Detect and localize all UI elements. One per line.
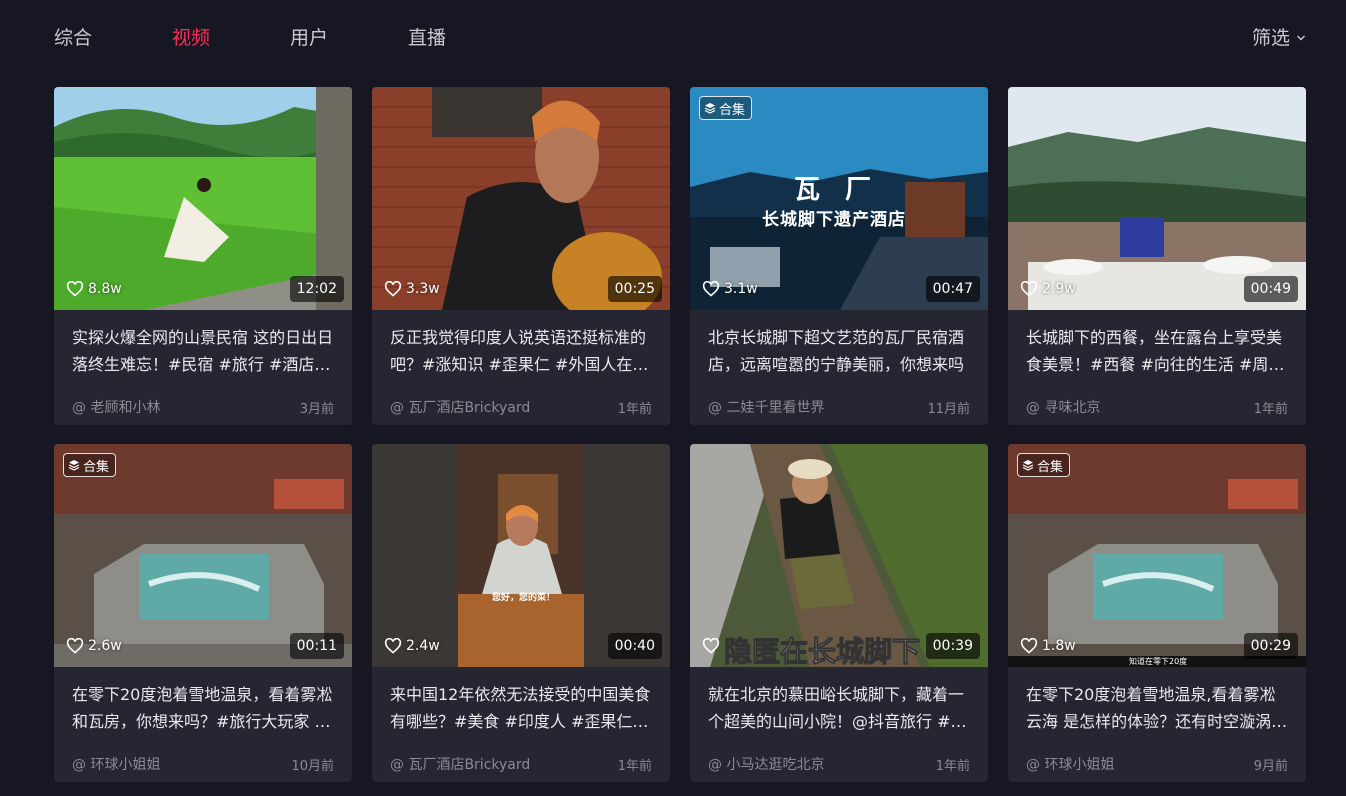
video-card[interactable]: 8.8w 12:02 实探火爆全网的山景民宿 这的日出日落终生难忘！#民宿 #旅… xyxy=(54,87,352,425)
heart-icon xyxy=(702,638,720,654)
video-title[interactable]: 反正我觉得印度人说英语还挺标准的吧？#涨知识 #歪果仁 #外国人在中国 xyxy=(390,324,652,378)
video-card[interactable]: 合集 2.6w 00:11 在零下20度泡着雪地温泉，看着雾凇和瓦房，你想来吗？… xyxy=(54,444,352,782)
tab-video[interactable]: 视频 xyxy=(172,24,210,52)
duration-badge: 00:49 xyxy=(1243,276,1298,302)
publish-date: 9月前 xyxy=(1253,758,1288,774)
duration-badge: 00:25 xyxy=(607,276,662,302)
video-thumbnail[interactable]: 2.9w 00:49 xyxy=(1008,87,1306,310)
author-name[interactable]: @ 二娃千里看世界 xyxy=(708,397,824,417)
like-count-text: 3.3w xyxy=(406,281,440,297)
duration-badge: 00:29 xyxy=(1243,633,1298,659)
heart-icon xyxy=(702,281,720,297)
publish-date: 1年前 xyxy=(617,401,652,417)
like-count: 2.4w xyxy=(384,638,440,654)
author-name[interactable]: @ 瓦厂酒店Brickyard xyxy=(390,397,530,417)
tab-comprehensive[interactable]: 综合 xyxy=(54,24,92,52)
collection-label: 合集 xyxy=(83,459,110,475)
author-name[interactable]: @ 老顾和小林 xyxy=(72,397,160,417)
like-count: 2.6w xyxy=(66,638,122,654)
heart-icon xyxy=(1020,281,1038,297)
video-card[interactable]: 瓦 厂 长城脚下遗产酒店 合集 3.1w 00:47 北京长城脚下超文艺范的瓦厂… xyxy=(690,87,988,425)
layers-icon xyxy=(1022,460,1034,471)
video-thumbnail[interactable]: 瓦 厂 长城脚下遗产酒店 合集 3.1w 00:47 xyxy=(690,87,988,310)
video-card[interactable]: 隐匿在长城脚下 00:39 就在北京的慕田峪长城脚下，藏着一个超美的山间小院！@… xyxy=(690,444,988,782)
video-title[interactable]: 就在北京的慕田峪长城脚下，藏着一个超美的山间小院！@抖音旅行 #民宿 xyxy=(708,681,970,735)
video-thumbnail[interactable]: 隐匿在长城脚下 00:39 xyxy=(690,444,988,667)
video-thumbnail[interactable]: 知道在零下20度 合集 1.8w 00:29 xyxy=(1008,444,1306,667)
like-count-text: 3.1w xyxy=(724,281,758,297)
chevron-down-icon xyxy=(1297,35,1305,41)
video-card[interactable]: 3.3w 00:25 反正我觉得印度人说英语还挺标准的吧？#涨知识 #歪果仁 #… xyxy=(372,87,670,425)
duration-badge: 12:02 xyxy=(289,276,344,302)
collection-badge: 合集 xyxy=(1017,453,1071,477)
like-count: 3.1w xyxy=(702,281,758,297)
video-thumbnail[interactable]: 8.8w 12:02 xyxy=(54,87,352,310)
tab-users[interactable]: 用户 xyxy=(290,24,328,52)
thumbnail-caption: 瓦 厂 xyxy=(794,175,880,205)
heart-icon xyxy=(66,281,84,297)
video-title[interactable]: 长城脚下的西餐，坐在露台上享受美食美景！#西餐 #向往的生活 #周末去哪儿 xyxy=(1026,324,1288,378)
like-count: 1.8w xyxy=(1020,638,1076,654)
heart-icon xyxy=(384,281,402,297)
author-name[interactable]: @ 寻味北京 xyxy=(1026,397,1100,417)
video-title[interactable]: 来中国12年依然无法接受的中国美食有哪些？#美食 #印度人 #歪果仁在中国 xyxy=(390,681,652,735)
video-card[interactable]: 2.9w 00:49 长城脚下的西餐，坐在露台上享受美食美景！#西餐 #向往的生… xyxy=(1008,87,1306,425)
video-card[interactable]: 知道在零下20度 合集 1.8w 00:29 在零下20度泡着雪地温泉,看着雾凇… xyxy=(1008,444,1306,782)
filter-label: 筛选 xyxy=(1251,27,1290,49)
author-name[interactable]: @ 环球小姐姐 xyxy=(72,754,160,774)
collection-label: 合集 xyxy=(719,102,746,118)
thumbnail-caption: 您好，您的菜！ xyxy=(492,593,556,603)
publish-date: 1年前 xyxy=(935,758,970,774)
collection-label: 合集 xyxy=(1037,459,1064,475)
video-title[interactable]: 在零下20度泡着雪地温泉,看着雾凇云海 是怎样的体验？还有时空漩涡温泉 xyxy=(1026,681,1288,735)
author-name[interactable]: @ 小马达逛吃北京 xyxy=(708,754,824,774)
like-count xyxy=(702,638,724,654)
duration-badge: 00:40 xyxy=(607,633,662,659)
heart-icon xyxy=(1020,638,1038,654)
video-title[interactable]: 实探火爆全网的山景民宿 这的日出日落终生难忘！#民宿 #旅行 #酒店 #山景民宿 xyxy=(72,324,334,378)
video-title[interactable]: 在零下20度泡着雪地温泉，看着雾凇和瓦房，你想来吗？#旅行大玩家 #温泉 xyxy=(72,681,334,735)
duration-badge: 00:39 xyxy=(925,633,980,659)
heart-icon xyxy=(384,638,402,654)
duration-badge: 00:11 xyxy=(289,633,344,659)
like-count-text: 2.4w xyxy=(406,638,440,654)
publish-date: 1年前 xyxy=(1253,401,1288,417)
video-grid: 8.8w 12:02 实探火爆全网的山景民宿 这的日出日落终生难忘！#民宿 #旅… xyxy=(54,87,1306,782)
like-count-text: 2.9w xyxy=(1042,281,1076,297)
author-name[interactable]: @ 环球小姐姐 xyxy=(1026,754,1114,774)
layers-icon xyxy=(68,460,80,471)
thumbnail-caption: 知道在零下20度 xyxy=(1129,657,1188,666)
video-card[interactable]: 您好，您的菜！ 2.4w 00:40 来中国12年依然无法接受的中国美食有哪些？… xyxy=(372,444,670,782)
like-count: 8.8w xyxy=(66,281,122,297)
thumbnail-subcaption: 长城脚下遗产酒店 xyxy=(762,210,906,230)
filter-button[interactable]: 筛选 xyxy=(1252,24,1306,52)
video-thumbnail[interactable]: 您好，您的菜！ 2.4w 00:40 xyxy=(372,444,670,667)
collection-badge: 合集 xyxy=(63,453,117,477)
layers-icon xyxy=(704,103,716,114)
like-count: 2.9w xyxy=(1020,281,1076,297)
publish-date: 3月前 xyxy=(299,401,334,417)
video-title[interactable]: 北京长城脚下超文艺范的瓦厂民宿酒店，远离喧嚣的宁静美丽，你想来吗 xyxy=(708,324,970,378)
video-thumbnail[interactable]: 合集 2.6w 00:11 xyxy=(54,444,352,667)
tab-live[interactable]: 直播 xyxy=(408,24,446,52)
author-name[interactable]: @ 瓦厂酒店Brickyard xyxy=(390,754,530,774)
publish-date: 11月前 xyxy=(927,401,970,417)
like-count-text: 1.8w xyxy=(1042,638,1076,654)
publish-date: 10月前 xyxy=(291,758,334,774)
thumbnail-caption: 隐匿在长城脚下 xyxy=(723,635,921,668)
collection-badge: 合集 xyxy=(699,96,753,120)
like-count-text: 8.8w xyxy=(88,281,122,297)
like-count: 3.3w xyxy=(384,281,440,297)
duration-badge: 00:47 xyxy=(925,276,980,302)
search-tabs: 综合 视频 用户 直播 xyxy=(54,24,526,52)
video-thumbnail[interactable]: 3.3w 00:25 xyxy=(372,87,670,310)
like-count-text: 2.6w xyxy=(88,638,122,654)
heart-icon xyxy=(66,638,84,654)
publish-date: 1年前 xyxy=(617,758,652,774)
